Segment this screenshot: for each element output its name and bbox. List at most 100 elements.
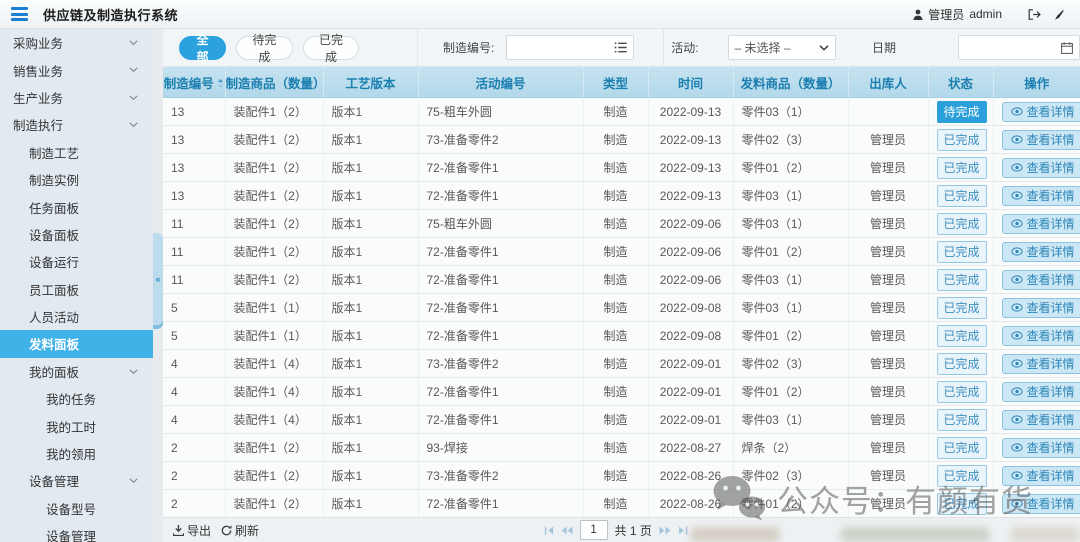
sidebar-item-5[interactable]: 制造实例 xyxy=(0,166,153,193)
sidebar-item-3[interactable]: 制造执行 xyxy=(0,111,153,138)
cell-no: 2 xyxy=(163,434,225,462)
view-detail-button[interactable]: 查看详情 xyxy=(1002,270,1080,290)
cell-version: 版本1 xyxy=(323,378,418,406)
list-icon[interactable] xyxy=(614,42,627,53)
view-detail-button[interactable]: 查看详情 xyxy=(1002,382,1080,402)
cell-activity: 72-准备零件1 xyxy=(418,378,583,406)
cell-version: 版本1 xyxy=(323,266,418,294)
sidebar-item-10[interactable]: 人员活动 xyxy=(0,303,153,330)
view-detail-button[interactable]: 查看详情 xyxy=(1002,186,1080,206)
col-header-type: 类型 xyxy=(583,67,648,98)
hamburger-menu-icon[interactable] xyxy=(11,7,28,21)
cell-version: 版本1 xyxy=(323,406,418,434)
col-header-mfg-no[interactable]: 制造编号 xyxy=(163,67,225,98)
sidebar-item-13[interactable]: 我的任务 xyxy=(0,385,153,412)
cell-date: 2022-09-06 xyxy=(648,210,733,238)
sidebar-item-6[interactable]: 任务面板 xyxy=(0,193,153,220)
status-badge: 已完成 xyxy=(937,129,987,151)
date-input[interactable] xyxy=(965,40,1061,56)
sidebar-item-label: 制造工艺 xyxy=(29,143,79,162)
sidebar-item-15[interactable]: 我的领用 xyxy=(0,440,153,467)
col-header-activity: 活动编号 xyxy=(418,67,583,98)
sidebar-item-8[interactable]: 设备运行 xyxy=(0,248,153,275)
cell-date: 2022-08-26 xyxy=(648,462,733,490)
view-detail-label: 查看详情 xyxy=(1027,411,1075,428)
view-detail-button[interactable]: 查看详情 xyxy=(1002,354,1080,374)
view-detail-button[interactable]: 查看详情 xyxy=(1002,242,1080,262)
next-page-icon[interactable] xyxy=(659,526,671,535)
export-button[interactable]: 导出 xyxy=(173,522,211,539)
view-detail-button[interactable]: 查看详情 xyxy=(1002,410,1080,430)
sidebar-item-12[interactable]: 我的面板 xyxy=(0,358,153,385)
brush-icon[interactable] xyxy=(1053,9,1064,20)
cell-material: 零件01（2） xyxy=(733,238,848,266)
table-row: 4装配件1（4）版本173-准备零件2制造2022-09-01零件02（3）管理… xyxy=(163,350,1080,378)
filter-toolbar: 全部 待完成 已完成 制造编号: 活动: – 未选择 – 日期 xyxy=(163,29,1080,67)
cell-material: 零件02（3） xyxy=(733,462,848,490)
view-detail-button[interactable]: 查看详情 xyxy=(1002,102,1080,122)
table-row: 11装配件1（2）版本172-准备零件1制造2022-09-06零件01（2）管… xyxy=(163,238,1080,266)
cell-version: 版本1 xyxy=(323,350,418,378)
tab-pending[interactable]: 待完成 xyxy=(236,36,293,60)
cell-version: 版本1 xyxy=(323,98,418,126)
cell-material: 焊条（2） xyxy=(733,434,848,462)
col-header-action: 操作 xyxy=(993,67,1080,98)
logout-icon[interactable] xyxy=(1028,9,1041,20)
last-page-icon[interactable] xyxy=(678,526,688,535)
view-detail-button[interactable]: 查看详情 xyxy=(1002,298,1080,318)
view-detail-button[interactable]: 查看详情 xyxy=(1002,466,1080,486)
sidebar-item-17[interactable]: 设备型号 xyxy=(0,495,153,522)
cell-activity: 72-准备零件1 xyxy=(418,154,583,182)
cell-activity: 73-准备零件2 xyxy=(418,350,583,378)
mfg-no-input[interactable] xyxy=(513,40,614,56)
calendar-icon[interactable] xyxy=(1061,42,1073,54)
first-page-icon[interactable] xyxy=(544,526,554,535)
sidebar-item-18[interactable]: 设备管理 xyxy=(0,522,153,542)
activity-select[interactable]: – 未选择 – xyxy=(728,35,836,60)
cell-status: 已完成 xyxy=(928,210,993,238)
status-badge: 已完成 xyxy=(937,381,987,403)
table-header-row: 制造编号 制造商品（数量） 工艺版本 活动编号 类型 时间 发料商品（数量） 出… xyxy=(163,67,1080,98)
sidebar-item-16[interactable]: 设备管理 xyxy=(0,467,153,494)
sidebar-item-9[interactable]: 员工面板 xyxy=(0,276,153,303)
prev-page-icon[interactable] xyxy=(561,526,573,535)
eye-icon xyxy=(1011,219,1023,228)
cell-operator: 管理员 xyxy=(848,294,928,322)
eye-icon xyxy=(1011,331,1023,340)
cell-activity: 93-焊接 xyxy=(418,434,583,462)
cell-status: 已完成 xyxy=(928,350,993,378)
tab-done[interactable]: 已完成 xyxy=(303,36,360,60)
page-number-input[interactable] xyxy=(580,520,608,540)
status-badge: 已完成 xyxy=(937,437,987,459)
sidebar-item-4[interactable]: 制造工艺 xyxy=(0,139,153,166)
sidebar-collapse-button[interactable]: « xyxy=(153,233,163,325)
view-detail-label: 查看详情 xyxy=(1027,327,1075,344)
view-detail-button[interactable]: 查看详情 xyxy=(1002,214,1080,234)
status-badge: 已完成 xyxy=(937,269,987,291)
view-detail-button[interactable]: 查看详情 xyxy=(1002,438,1080,458)
cell-product: 装配件1（2） xyxy=(225,238,323,266)
sidebar-item-0[interactable]: 采购业务 xyxy=(0,29,153,56)
cell-type: 制造 xyxy=(583,294,648,322)
view-detail-button[interactable]: 查看详情 xyxy=(1002,494,1080,514)
sidebar-item-2[interactable]: 生产业务 xyxy=(0,84,153,111)
cell-date: 2022-08-27 xyxy=(648,434,733,462)
sidebar-item-11[interactable]: 发料面板 xyxy=(0,330,153,357)
cell-version: 版本1 xyxy=(323,462,418,490)
cell-operator: 管理员 xyxy=(848,126,928,154)
view-detail-button[interactable]: 查看详情 xyxy=(1002,326,1080,346)
tab-all[interactable]: 全部 xyxy=(179,36,226,60)
sidebar-item-label: 销售业务 xyxy=(13,61,63,80)
cell-operator: 管理员 xyxy=(848,182,928,210)
cell-no: 5 xyxy=(163,294,225,322)
sidebar-item-7[interactable]: 设备面板 xyxy=(0,221,153,248)
refresh-button[interactable]: 刷新 xyxy=(221,522,259,539)
view-detail-button[interactable]: 查看详情 xyxy=(1002,130,1080,150)
sort-icon[interactable] xyxy=(217,78,224,92)
table-row: 2装配件1（2）版本172-准备零件1制造2022-08-26零件01（2）管理… xyxy=(163,490,1080,518)
cell-material: 零件03（1） xyxy=(733,294,848,322)
sidebar-item-1[interactable]: 销售业务 xyxy=(0,56,153,83)
table-row: 2装配件1（2）版本193-焊接制造2022-08-27焊条（2）管理员已完成查… xyxy=(163,434,1080,462)
view-detail-button[interactable]: 查看详情 xyxy=(1002,158,1080,178)
sidebar-item-14[interactable]: 我的工时 xyxy=(0,412,153,439)
